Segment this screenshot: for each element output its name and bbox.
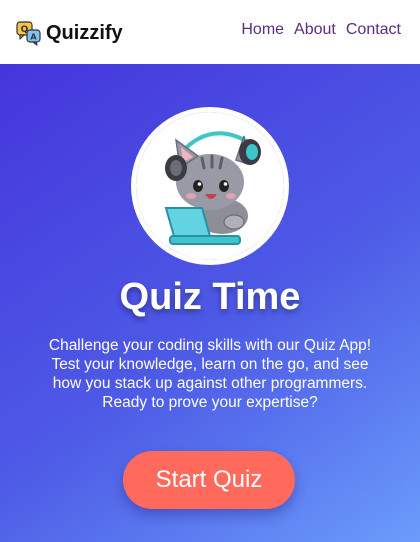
nav-link-home[interactable]: Home (241, 21, 284, 39)
svg-text:A: A (30, 33, 37, 42)
brand[interactable]: Q A Quizzify (16, 20, 123, 46)
nav-link-contact[interactable]: Contact (346, 21, 401, 39)
avatar (131, 107, 289, 265)
start-quiz-button[interactable]: Start Quiz (123, 451, 295, 509)
cat-with-headphones-laptop-icon (136, 112, 284, 260)
nav-link-about[interactable]: About (294, 21, 336, 39)
hero-description: Challenge your coding skills with our Qu… (48, 337, 372, 411)
brand-name: Quizzify (46, 21, 123, 44)
nav-links: Home About Contact (241, 21, 401, 39)
page-title: Quiz Time (119, 276, 301, 318)
hero-section: Quiz Time Challenge your coding skills w… (0, 64, 420, 542)
quiz-chat-bubbles-icon: Q A (16, 20, 42, 46)
navbar: Q A Quizzify Home About Contact (0, 0, 420, 64)
